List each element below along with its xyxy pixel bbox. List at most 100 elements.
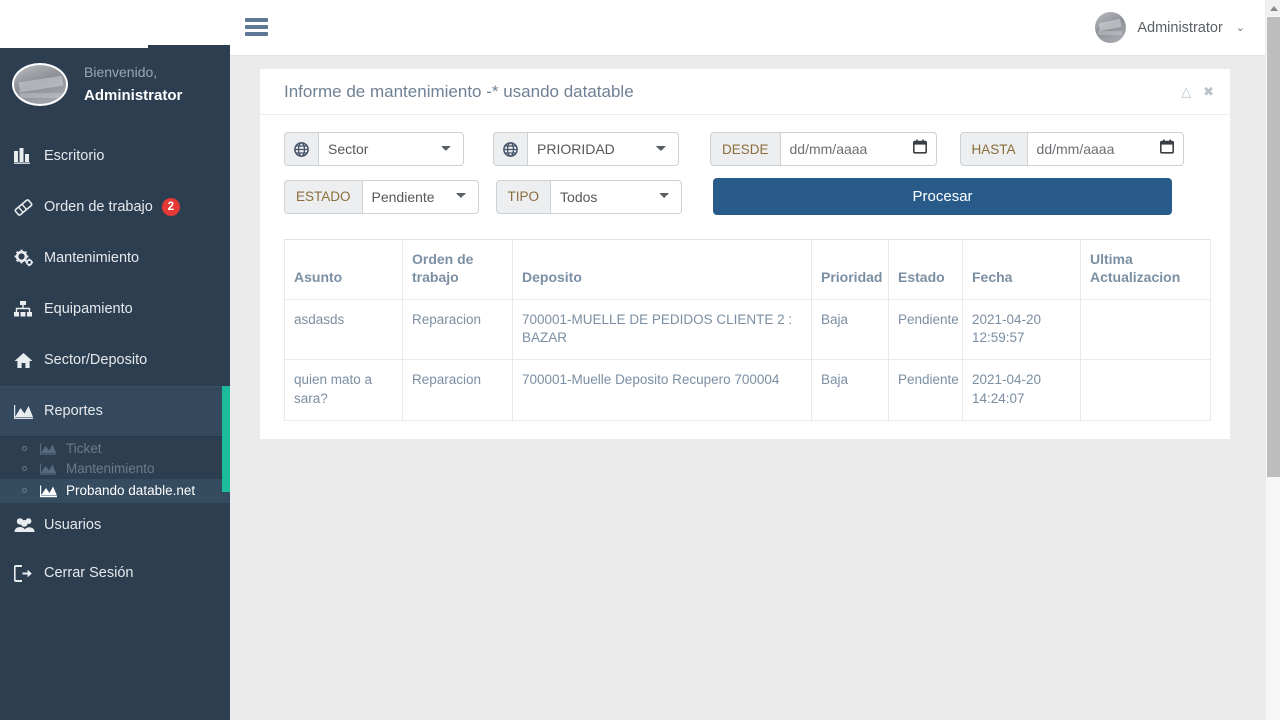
cell-asunto: asdasds [284, 298, 403, 361]
sidebar-item-label: Usuarios [44, 517, 102, 534]
sidebar-item-escritorio[interactable]: Escritorio [0, 131, 230, 182]
close-icon[interactable]: ✖ [1203, 84, 1214, 100]
sidebar-item-usuarios[interactable]: Usuarios [0, 503, 230, 548]
sector-filter: Sector [284, 132, 464, 166]
procesar-button[interactable]: Procesar [713, 178, 1173, 215]
sidebar-submenu-reportes: Ticket Mantenimiento Probando datable.ne… [0, 436, 230, 503]
sidebar-item-equipamiento[interactable]: Equipamiento [0, 284, 230, 335]
users-icon [14, 517, 44, 533]
page-scrollbar[interactable] [1265, 0, 1280, 720]
home-icon [14, 352, 44, 369]
estado-filter: ESTADO Pendiente [284, 179, 479, 214]
sidebar-subitem-label: Probando datable.net [66, 483, 196, 499]
table-body: asdasds Reparacion 700001-MUELLE DE PEDI… [284, 298, 1211, 421]
cell-orden-de-trabajo: Reparacion [402, 359, 513, 421]
bullet-icon [22, 446, 27, 452]
column-header-asunto[interactable]: Asunto [284, 239, 403, 300]
globe-icon [284, 132, 318, 166]
hasta-date-input[interactable]: dd/mm/aaaa [1026, 132, 1184, 166]
hasta-filter: HASTA dd/mm/aaaa [959, 132, 1184, 166]
hasta-placeholder: dd/mm/aaaa [1036, 141, 1115, 157]
desde-label: DESDE [710, 132, 780, 166]
caret-up-icon [1269, 5, 1278, 11]
welcome-label: Bienvenido, [84, 64, 158, 80]
bullet-icon [22, 466, 27, 472]
column-header-estado[interactable]: Estado [888, 239, 963, 300]
sidebar-subitem-probando-datable-net[interactable]: Probando datable.net [0, 478, 230, 503]
scrollbar-thumb[interactable] [1267, 17, 1280, 477]
sitemap-icon [14, 301, 44, 317]
tipo-select[interactable]: Todos [550, 179, 683, 214]
chevron-down-icon: ⌄ [1235, 22, 1245, 34]
sign-out-icon [14, 564, 44, 582]
status-badge: 2 [161, 198, 180, 217]
tipo-label: TIPO [495, 179, 551, 214]
cell-ultima-actualizacion [1080, 298, 1211, 361]
panel-tools: △︎ ✖ [1181, 84, 1214, 100]
sidebar-item-label: Reportes [44, 403, 103, 420]
desde-date-input[interactable]: dd/mm/aaaa [779, 132, 937, 166]
sidebar-subitem-mantenimiento[interactable]: Mantenimiento [0, 459, 230, 479]
sidebar-item-label: Orden de trabajo [44, 199, 153, 216]
bullet-icon [22, 488, 27, 494]
menu-toggle-icon[interactable] [245, 18, 268, 37]
calendar-icon[interactable] [912, 139, 927, 159]
sidebar-item-mantenimiento[interactable]: Mantenimiento [0, 233, 230, 284]
area-chart-icon [40, 484, 66, 498]
table-row[interactable]: asdasds Reparacion 700001-MUELLE DE PEDI… [284, 298, 1211, 361]
sidebar-item-label: Sector/Deposito [44, 352, 148, 369]
column-header-deposito[interactable]: Deposito [512, 239, 812, 300]
sidebar-item-label: Equipamiento [44, 301, 133, 318]
filter-row-2: ESTADO Pendiente TIPO Todos Procesar [284, 178, 1206, 215]
report-table-container: Asunto Orden de trabajo Deposito Priorid… [260, 227, 1230, 421]
report-table: Asunto Orden de trabajo Deposito Priorid… [284, 239, 1211, 421]
hamburger-line [245, 25, 268, 29]
scroll-up-button[interactable] [1266, 0, 1280, 16]
chart-bar-icon [14, 148, 44, 165]
main-content: Informe de mantenimiento -* usando datat… [230, 56, 1265, 720]
avatar [1095, 12, 1127, 43]
table-header: Asunto Orden de trabajo Deposito Priorid… [284, 239, 1211, 300]
user-menu-label: Administrator [1137, 19, 1223, 36]
cell-prioridad: Baja [811, 298, 889, 361]
page-title: Informe de mantenimiento -* usando datat… [284, 81, 634, 101]
estado-select[interactable]: Pendiente [361, 179, 479, 214]
column-header-fecha[interactable]: Fecha [962, 239, 1081, 300]
table-header-row: Asunto Orden de trabajo Deposito Priorid… [284, 239, 1211, 300]
sector-select[interactable]: Sector [318, 132, 464, 166]
cell-asunto: quien mato a sara? [284, 359, 403, 421]
sidebar-subitem-label: Mantenimiento [66, 461, 155, 477]
cell-fecha: 2021-04-20 14:24:07 [962, 359, 1081, 421]
sidebar-item-orden-de-trabajo[interactable]: Orden de trabajo 2 [0, 182, 230, 233]
panel-header: Informe de mantenimiento -* usando datat… [260, 69, 1230, 115]
cell-prioridad: Baja [811, 359, 889, 421]
hamburger-line [245, 18, 268, 22]
sidebar-item-reportes[interactable]: Reportes [0, 385, 230, 492]
desde-placeholder: dd/mm/aaaa [789, 141, 868, 157]
chevron-up-icon[interactable]: △︎ [1181, 84, 1191, 100]
desde-filter: DESDE dd/mm/aaaa [710, 132, 937, 166]
prioridad-select[interactable]: PRIORIDAD [527, 132, 679, 166]
report-panel: Informe de mantenimiento -* usando datat… [260, 69, 1230, 439]
sidebar-item-sector-deposito[interactable]: Sector/Deposito [0, 335, 230, 386]
sidebar: Bienvenido, Administrator Escritorio Ord… [0, 48, 230, 720]
hamburger-line [245, 32, 268, 36]
cell-ultima-actualizacion [1080, 359, 1211, 421]
gears-icon [14, 249, 44, 267]
calendar-icon[interactable] [1159, 139, 1174, 159]
sidebar-subitem-ticket[interactable]: Ticket [0, 439, 230, 459]
user-menu[interactable]: Administrator ⌄ [1095, 12, 1245, 43]
cell-deposito: 700001-MUELLE DE PEDIDOS CLIENTE 2 : BAZ… [512, 298, 812, 361]
area-chart-icon [40, 462, 66, 476]
column-header-orden-de-trabajo[interactable]: Orden de trabajo [402, 239, 513, 300]
sidebar-item-label: Mantenimiento [44, 250, 140, 267]
column-header-prioridad[interactable]: Prioridad [811, 239, 889, 300]
sidebar-item-cerrar-sesion[interactable]: Cerrar Sesión [0, 548, 230, 599]
sidebar-user-name: Administrator [84, 86, 183, 104]
table-row[interactable]: quien mato a sara? Reparacion 700001-Mue… [284, 359, 1211, 421]
cell-estado: Pendiente [888, 298, 963, 361]
area-chart-icon [40, 442, 66, 456]
column-header-ultima-actualizacion[interactable]: Ultima Actualizacion [1080, 239, 1211, 300]
ticket-icon [14, 199, 44, 216]
cell-fecha: 2021-04-20 12:59:57 [962, 298, 1081, 361]
